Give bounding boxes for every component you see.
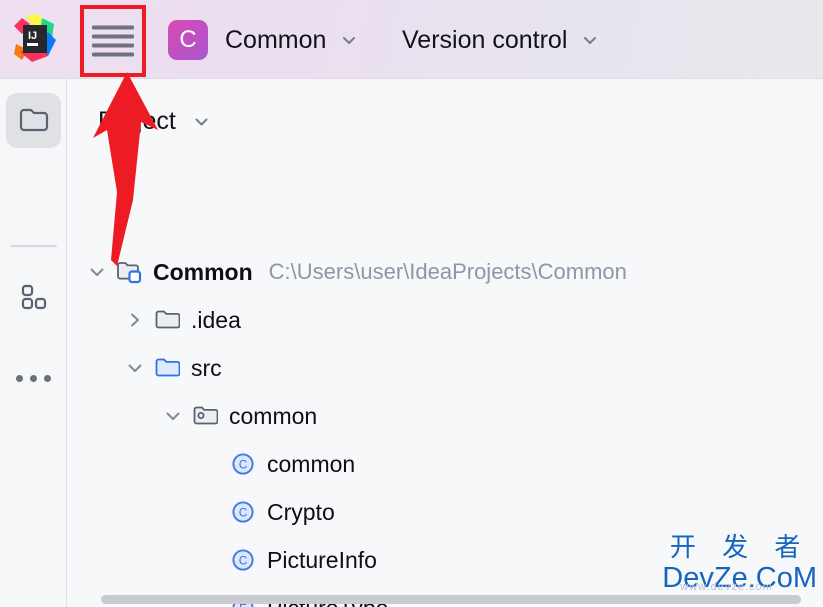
tree-row-label: PictureInfo	[267, 546, 377, 573]
watermark: 开 发 者 DevZe.CoM www.devze.com	[662, 535, 817, 593]
svg-text:IJ: IJ	[28, 30, 37, 42]
intellij-idea-window: IJ C Common Version control Project Comm…	[0, 0, 823, 607]
tree-row-path: C:\Users\user\IdeaProjects\Common	[268, 259, 627, 284]
project-folder-icon	[19, 108, 48, 131]
chevron-down-icon	[195, 118, 208, 125]
class-icon: C	[232, 501, 254, 523]
project-selector[interactable]: C Common	[168, 18, 358, 62]
horizontal-scrollbar[interactable]	[101, 595, 801, 604]
project-name: Common	[225, 25, 327, 54]
tree-row-label: common	[267, 450, 356, 477]
sidebar-item-structure[interactable]	[6, 269, 61, 324]
tree-row-label: Common	[153, 258, 253, 285]
version-control-selector[interactable]: Version control	[402, 18, 599, 62]
tree-row-icon	[154, 355, 180, 381]
red-highlight-box	[80, 5, 146, 77]
svg-text:C: C	[239, 459, 247, 471]
svg-text:C: C	[239, 507, 247, 519]
tree-row-icon: C	[230, 499, 256, 525]
sidebar-item-project[interactable]	[6, 93, 61, 148]
tree-row[interactable]: .idea	[68, 296, 823, 344]
more-options-icon	[16, 375, 51, 382]
tree-row[interactable]: common	[68, 392, 823, 440]
tree-row[interactable]: Common C:\Users\user\IdeaProjects\Common	[68, 248, 823, 296]
project-panel-header[interactable]: Project	[68, 101, 211, 141]
project-tool-window: Project Common C:\Users\user\IdeaProjects…	[68, 79, 823, 607]
chevron-down-icon[interactable]	[86, 261, 108, 283]
chevron-down-icon[interactable]	[162, 405, 184, 427]
chevron-down-icon	[343, 37, 356, 44]
intellij-idea-logo: IJ	[12, 14, 56, 64]
tree-row-label: src	[191, 354, 222, 381]
tree-row-icon	[192, 403, 218, 429]
watermark-line-1: 开 发 者	[669, 533, 810, 563]
folder-icon	[155, 310, 180, 329]
tree-row[interactable]: Ccommon	[68, 440, 823, 488]
svg-text:C: C	[239, 555, 247, 567]
tree-row-icon: C	[230, 451, 256, 477]
tree-row[interactable]: src	[68, 344, 823, 392]
sidebar-item-more[interactable]	[6, 351, 61, 406]
tree-row-icon: C	[230, 547, 256, 573]
chevron-down-icon[interactable]	[124, 357, 146, 379]
source-root-folder-icon	[155, 358, 180, 377]
rail-divider	[10, 245, 57, 247]
tree-row[interactable]: C Crypto	[68, 488, 823, 536]
chevron-down-icon	[584, 37, 597, 44]
chevron-right-icon[interactable]	[124, 309, 146, 331]
watermark-line-3: www.devze.com	[680, 581, 773, 593]
tree-row-icon	[154, 307, 180, 333]
project-root-folder-icon	[117, 262, 142, 284]
tree-row-label: .idea	[191, 306, 241, 333]
main-menu-button[interactable]	[80, 5, 146, 77]
version-control-label: Version control	[402, 25, 568, 54]
plugins-grid-icon	[21, 284, 46, 309]
package-folder-icon	[193, 406, 218, 425]
title-bar: IJ C Common Version control	[0, 0, 823, 79]
tree-row-label: Crypto	[267, 498, 335, 525]
project-badge: C	[168, 20, 208, 60]
tool-window-rail	[0, 79, 67, 607]
class-icon: C	[232, 549, 254, 571]
class-icon: C	[232, 453, 254, 475]
page-title: Project	[98, 106, 176, 135]
tree-row-icon	[116, 259, 142, 285]
tree-row-label: common	[229, 402, 318, 429]
